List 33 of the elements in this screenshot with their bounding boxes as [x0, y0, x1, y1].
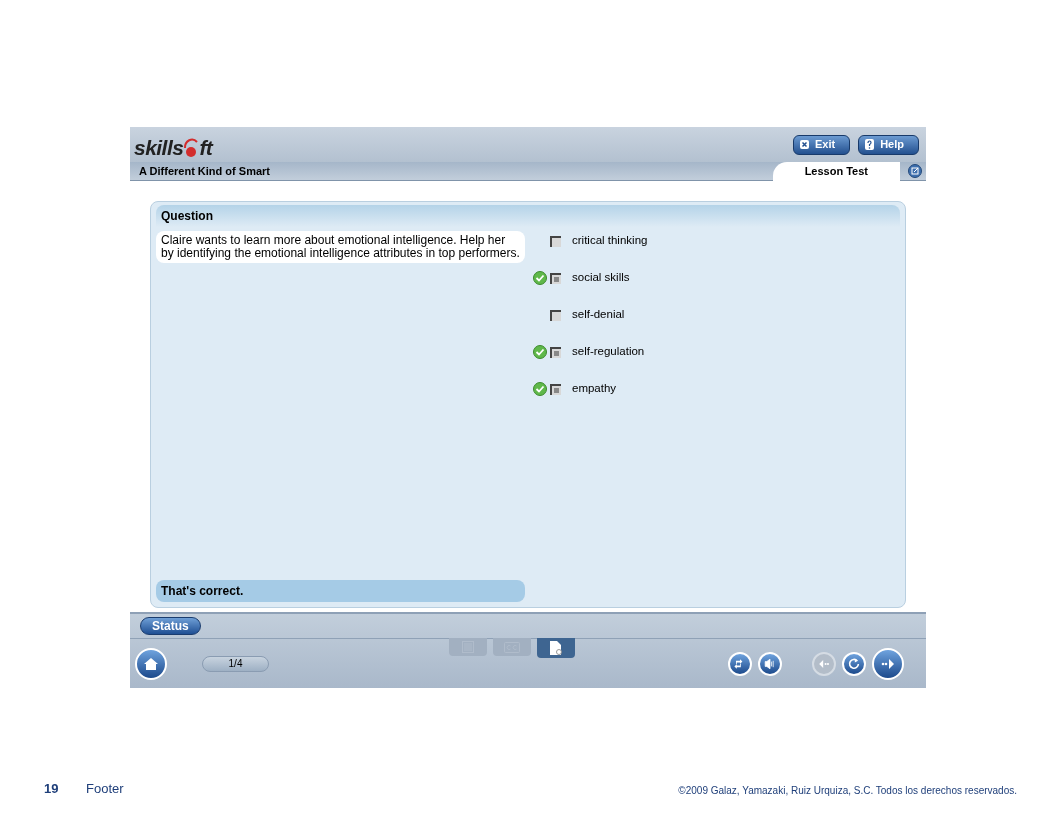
- home-button[interactable]: [135, 647, 167, 680]
- popout-icon[interactable]: [908, 164, 922, 178]
- next-button[interactable]: [872, 647, 904, 680]
- home-icon: [143, 656, 159, 671]
- option-label: self-regulation: [572, 344, 645, 360]
- slide-number: 19: [44, 780, 59, 798]
- repeat-button[interactable]: [728, 651, 752, 676]
- replay-button[interactable]: [842, 651, 866, 676]
- logo: skills ft: [134, 131, 213, 158]
- feedback-bar: That's correct.: [156, 580, 525, 602]
- option-label: social skills: [572, 270, 630, 286]
- slide-footer-label: Footer: [86, 780, 124, 798]
- media-tab[interactable]: [537, 638, 575, 658]
- option-label: empathy: [572, 381, 617, 397]
- copyright: ©2009 Galaz, Yamazaki, Ruiz Urquiza, S.C. Todos los derechos reservados.: [678, 784, 1017, 798]
- checkbox[interactable]: [550, 346, 561, 358]
- question-prompt: Claire wants to learn more about emotional intelligence. Help her by identifying the emotional intelligence attributes in top performers.: [156, 231, 525, 263]
- help-button[interactable]: Help: [858, 134, 919, 155]
- audio-button[interactable]: [758, 651, 782, 676]
- checkbox[interactable]: [550, 383, 561, 395]
- option-label: critical thinking: [572, 233, 648, 249]
- question-heading: Question: [160, 208, 213, 225]
- close-icon: [799, 140, 809, 149]
- page-counter: 1/4: [202, 655, 269, 672]
- status-button[interactable]: Status: [140, 617, 201, 635]
- exit-button[interactable]: Exit: [792, 134, 851, 155]
- checkbox[interactable]: [550, 235, 561, 247]
- checkbox[interactable]: [550, 272, 561, 284]
- course-title: A Different Kind of Smart: [138, 164, 270, 179]
- option-label: self-denial: [572, 307, 625, 323]
- document-icon: [549, 640, 563, 656]
- help-icon: [865, 139, 875, 150]
- checkbox[interactable]: [550, 309, 561, 321]
